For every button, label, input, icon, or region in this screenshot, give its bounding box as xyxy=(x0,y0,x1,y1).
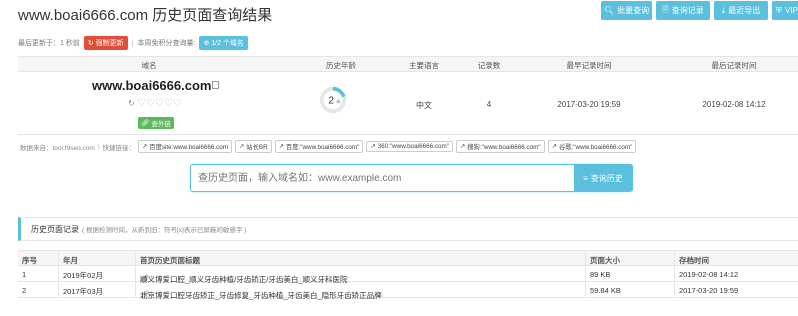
external-link-icon: ↗ xyxy=(370,143,376,150)
meta-separator: | xyxy=(131,39,134,47)
quick-link-sogou[interactable]: ↗ 搜狗:"www.boai6666.com" xyxy=(455,140,545,153)
table-row: 1 2019年02月 🔗︎ 顺义博爱口腔_顺义牙齿种植/牙齿矫正/牙齿美白_顺义牙… xyxy=(18,266,798,284)
language-value: 中文 xyxy=(416,101,432,110)
table-row: 2 2017年03月 🔗︎ 北京博爱口腔牙齿矫正_牙齿修复_牙齿种植_牙齿美白_隐… xyxy=(18,282,798,300)
page-title: www.boai6666.com 历史页面查询结果 xyxy=(18,7,273,24)
source-separator: | xyxy=(97,143,100,150)
quick-link-baidu-site[interactable]: ↗ 百度site:www.boai6666.com xyxy=(137,140,233,153)
points-badge: ⊕ 1/2 个域名 xyxy=(199,36,248,50)
column-divider xyxy=(58,251,59,265)
col-title: 首页历史页面标题 xyxy=(140,256,200,265)
force-update-button[interactable]: ↻ 强制更新 xyxy=(83,36,128,50)
search-icon: 🔍︎ xyxy=(603,6,615,15)
column-divider xyxy=(585,266,586,281)
copy-icon[interactable] xyxy=(212,81,219,89)
age-unit: 年 xyxy=(336,99,341,106)
vip-button[interactable]: ⛨ VIP xyxy=(772,1,798,20)
column-divider xyxy=(674,266,675,281)
quick-link-zhanzhang[interactable]: ↗ 站长BR xyxy=(235,140,272,153)
column-divider xyxy=(674,251,675,265)
row-month: 2019年02月 xyxy=(63,271,104,280)
col-month: 年月 xyxy=(63,256,78,265)
external-link-icon: ↗ xyxy=(141,143,148,150)
refresh-icon[interactable]: ↻ xyxy=(128,99,135,108)
col-archive-time: 存档时间 xyxy=(679,256,709,265)
latest-value: 2019-02-08 14:12 xyxy=(702,100,766,109)
document-icon: 🗎 xyxy=(662,4,669,14)
col-latest: 最后记录时间 xyxy=(711,61,757,70)
quick-link-baidu[interactable]: ↗ 百度:"www.boai6666.com" xyxy=(274,140,364,153)
age-ring: 2 年 xyxy=(319,86,347,114)
query-records-button[interactable]: 🗎 查询记录 xyxy=(656,1,710,20)
quick-link-google[interactable]: ↗ 谷歌:"www.boai6666.com" xyxy=(547,140,637,153)
history-title: 历史页面记录 xyxy=(31,224,79,234)
quick-links-label: 快捷链接： xyxy=(102,144,135,152)
col-index: 序号 xyxy=(22,256,37,265)
external-link-icon: ↗ xyxy=(239,143,245,150)
history-section-header: 历史页面记录 ( 根据检测时间，从新到旧：符号[x]表示已屏蔽的敏感字 ) xyxy=(18,217,798,241)
history-table-header: 序号 年月 首页历史页面标题 页面大小 存档时间 xyxy=(18,250,798,266)
search-box: ≡ 查询历史 xyxy=(190,164,633,192)
row-archive-time: 2017-03-20 19:59 xyxy=(679,286,739,295)
col-language: 主要语言 xyxy=(409,61,439,70)
earliest-value: 2017-03-20 19:59 xyxy=(557,100,621,109)
column-divider xyxy=(585,251,586,265)
divider xyxy=(18,134,798,135)
search-input[interactable] xyxy=(191,165,571,191)
col-domain: 域名 xyxy=(141,61,157,70)
col-size: 页面大小 xyxy=(590,256,620,265)
column-divider xyxy=(135,266,136,281)
last-updated: 最后更新于：1 秒前 xyxy=(18,40,80,47)
col-age: 历史年龄 xyxy=(326,61,356,70)
quick-link-360[interactable]: ↗ 360:"www.boai6666.com" xyxy=(366,141,453,152)
record-count-value: 4 xyxy=(486,100,492,109)
batch-query-button[interactable]: 🔍︎ 批量查询 xyxy=(601,1,652,20)
column-divider xyxy=(674,282,675,297)
points-label: 本周免积分查询量: xyxy=(137,40,196,47)
external-link-icon: ↗ xyxy=(459,143,466,150)
meta-bar: 最后更新于：1 秒前 ↻ 强制更新 | 本周免积分查询量: ⊕ 1/2 个域名 xyxy=(18,36,248,50)
row-month: 2017年03月 xyxy=(63,287,104,296)
age-value: 2 xyxy=(328,96,334,107)
link-icon: 🔗︎ xyxy=(141,120,150,127)
column-divider xyxy=(585,282,586,297)
shield-icon: ⛨ xyxy=(776,5,783,15)
col-earliest: 最早记录时间 xyxy=(566,61,612,70)
check-backlinks-button[interactable]: 🔗︎ 查外链 xyxy=(138,117,174,129)
history-icon: ≡ xyxy=(583,173,588,183)
history-subtitle: ( 根据检测时间，从新到旧：符号[x]表示已屏蔽的敏感字 ) xyxy=(82,227,247,234)
search-history-button[interactable]: ≡ 查询历史 xyxy=(574,165,632,191)
download-icon: ⤓ xyxy=(721,5,726,15)
recent-export-button[interactable]: ⤓ 最近导出 xyxy=(714,1,768,20)
row-size: 59.84 KB xyxy=(590,286,621,295)
row-index: 2 xyxy=(22,286,27,295)
column-divider xyxy=(58,282,59,297)
source-bar: 数据来自：tool.f9seo.com | 快捷链接： ↗ 百度site:www.… xyxy=(20,140,637,153)
column-divider xyxy=(58,266,59,281)
external-link-icon: ↗ xyxy=(551,143,557,150)
domain-table-header: 域名 历史年龄 主要语言 记录数 最早记录时间 最后记录时间 xyxy=(18,56,798,72)
row-archive-time: 2019-02-08 14:12 xyxy=(679,270,739,279)
domain-name[interactable]: www.boai6666.com xyxy=(92,78,211,93)
external-link-icon: ↗ xyxy=(278,143,284,150)
row-size: 89 KB xyxy=(590,270,611,279)
row-index: 1 xyxy=(22,270,27,279)
column-divider xyxy=(135,251,136,265)
rating-hearts: ♡♡♡♡♡ xyxy=(137,98,182,109)
column-divider xyxy=(135,282,136,297)
data-source: 数据来自：tool.f9seo.com xyxy=(20,144,95,152)
col-record-count: 记录数 xyxy=(477,61,501,70)
